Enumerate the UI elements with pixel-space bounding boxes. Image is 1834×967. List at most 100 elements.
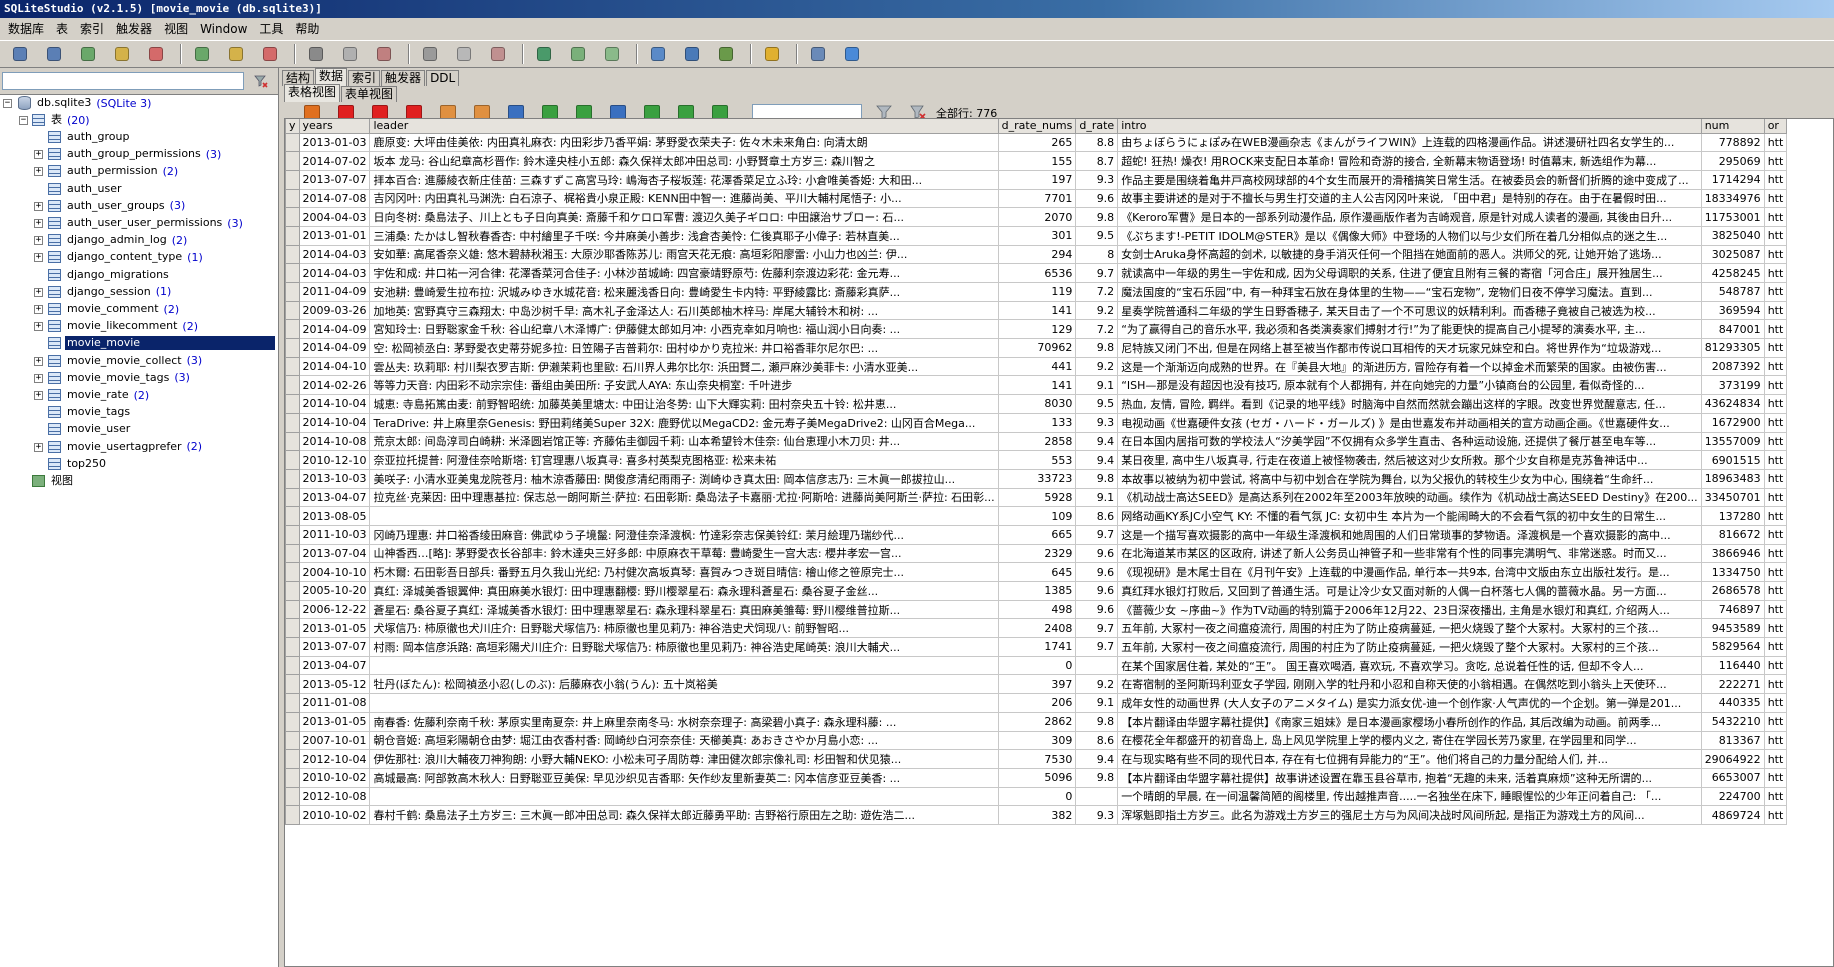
table-row[interactable]: 2014-04-03 安如華: 高尾香奈义雄: 悠木碧赫秋湘玉: 大原沙耶香陈苏儿… [285, 244, 1788, 265]
cell-or[interactable]: htt [1763, 711, 1788, 732]
table-row[interactable]: 2013-01-01 三浦桑: たかはし智秋春香杏: 中村繪里子千咲: 今井麻美小… [285, 225, 1788, 246]
row-indicator[interactable] [285, 581, 300, 601]
table-row[interactable]: 2013-07-07 村雨: 岡本信彦浜路: 高垣彩陽犬川庄介: 日野聡犬塚信乃:… [285, 637, 1788, 657]
row-indicator[interactable] [285, 319, 300, 340]
cell-d-rate[interactable]: 9.4 [1075, 749, 1119, 769]
dbc-button[interactable] [680, 43, 704, 65]
cell-intro[interactable]: 这是一个渐渐迈向成熟的世界。在『美县大地』的渐进历方, 冒险存有着一个以掉金术而… [1117, 356, 1702, 377]
new-trigger-button[interactable] [418, 43, 442, 65]
cell-num[interactable]: 3025087 [1700, 244, 1765, 265]
row-indicator[interactable] [285, 674, 300, 695]
cell-years[interactable]: 2011-01-08 [298, 693, 371, 713]
cell-d-rate[interactable]: 9.2 [1075, 300, 1119, 321]
cell-d-rate-nums[interactable]: 8030 [997, 394, 1077, 414]
cell-d-rate[interactable] [1075, 786, 1119, 807]
cell-d-rate[interactable]: 9.7 [1075, 618, 1119, 639]
table-row[interactable]: 2014-04-09 宮知玲士: 日野聡家金千秋: 谷山纪章八木泽博广: 伊藤健太… [285, 319, 1788, 340]
cell-d-rate[interactable]: 9.6 [1075, 599, 1119, 620]
cell-d-rate-nums[interactable]: 2070 [997, 207, 1077, 227]
cell-leader[interactable]: 南春香: 佐藤利奈南千秋: 茅原实里南夏奈: 井上麻里奈南冬马: 水树奈奈理子:… [369, 711, 999, 732]
column-header-y[interactable]: y [285, 119, 300, 134]
cell-d-rate-nums[interactable]: 382 [997, 805, 1077, 825]
cell-num[interactable]: 4258245 [1700, 263, 1765, 283]
row-indicator[interactable] [285, 169, 300, 190]
row-indicator[interactable] [285, 805, 300, 825]
cell-leader[interactable]: 蒼星石: 桑谷夏子真红: 泽城美香水银灯: 田中理惠翠星石: 森永理科翠星石: … [369, 599, 999, 620]
cell-years[interactable]: 2013-08-05 [298, 506, 371, 526]
cell-leader[interactable]: 朽木爾: 石田彰吾日部兵: 番野五月久我山光纪: 乃村健次高坂真琴: 喜賀みつき… [369, 562, 999, 582]
cell-leader[interactable]: 城恵: 寺島拓篤由麦: 前野智昭统: 加藤英美里塘太: 中田让治冬势: 山下大輝… [369, 394, 999, 414]
cell-num[interactable]: 3866946 [1700, 543, 1765, 564]
cell-or[interactable]: htt [1763, 581, 1788, 601]
cell-d-rate-nums[interactable]: 309 [997, 730, 1077, 751]
cell-num[interactable]: 5432210 [1700, 711, 1765, 732]
table-row[interactable]: 2014-04-09 空: 松岡祯丞白: 茅野愛衣史蒂芬妮多拉: 日笠陽子吉普莉尔… [285, 338, 1788, 358]
cell-years[interactable]: 2007-10-01 [298, 730, 371, 751]
cell-or[interactable]: htt [1763, 244, 1788, 265]
cell-d-rate-nums[interactable]: 2862 [997, 711, 1077, 732]
cell-num[interactable]: 2686578 [1700, 581, 1765, 601]
table-row[interactable]: 2013-04-07 0 在某个国家居住着, 某处的“王”。 国王喜欢喝酒, 喜欢玩… [285, 655, 1788, 676]
cell-years[interactable]: 2009-03-26 [298, 300, 371, 321]
edit-table-button[interactable] [224, 43, 248, 65]
row-indicator[interactable] [285, 375, 300, 396]
wrench-button[interactable] [806, 43, 830, 65]
cell-d-rate[interactable]: 9.1 [1075, 487, 1119, 508]
cell-num[interactable]: 33450701 [1700, 487, 1765, 508]
table-row[interactable]: 2014-04-03 宇佐和成: 井口祐一河合律: 花澤香菜河合佳子: 小林沙苗城… [285, 263, 1788, 283]
tree-table-django-migrations[interactable]: django_migrations [48, 267, 171, 283]
cell-or[interactable]: htt [1763, 151, 1788, 171]
cell-d-rate-nums[interactable]: 5096 [997, 767, 1077, 788]
column-header-intro[interactable]: intro [1117, 119, 1702, 134]
cell-intro[interactable]: 这是一个描写喜欢摄影的高中一年级生泽渡枫和她周围的人们日常琐事的梦物语。泽渡枫是… [1117, 524, 1702, 545]
cell-years[interactable]: 2013-05-12 [298, 674, 371, 695]
cell-years[interactable]: 2014-02-26 [298, 375, 371, 396]
column-header-leader[interactable]: leader [369, 119, 999, 134]
cell-leader[interactable]: 日向冬树: 桑島法子、川上とも子日向真美: 斎藤千和ケロロ军曹: 渡辺久美子ギロ… [369, 207, 999, 227]
cell-years[interactable]: 2013-01-01 [298, 225, 371, 246]
cell-d-rate[interactable]: 7.2 [1075, 282, 1119, 302]
cell-num[interactable]: 9453589 [1700, 618, 1765, 639]
table-row[interactable]: 2013-10-03 美咲子: 小清水亚美鬼龙院苍月: 柚木涼香藤田: 関俊彦清纪… [285, 468, 1788, 489]
cell-years[interactable]: 2004-10-10 [298, 562, 371, 582]
cell-leader[interactable]: 美咲子: 小清水亚美鬼龙院苍月: 柚木涼香藤田: 関俊彦清纪雨雨子: 渕崎ゆき真… [369, 468, 999, 489]
table-row[interactable]: 2011-04-09 安池耕: 豊崎爱生拉布拉: 沢城みゆき水城花音: 松来麗浅香… [285, 282, 1788, 302]
cell-leader[interactable]: 鹿原变: 大坪由佳美依: 内田真礼麻衣: 内田彩步乃香平娟: 茅野愛衣荣夫子: … [369, 132, 999, 153]
menu-item[interactable]: 表 [50, 18, 74, 40]
cell-or[interactable]: htt [1763, 338, 1788, 358]
cell-years[interactable]: 2014-04-03 [298, 263, 371, 283]
cell-d-rate-nums[interactable]: 7701 [997, 188, 1077, 209]
row-indicator[interactable] [285, 412, 300, 433]
cell-d-rate[interactable]: 9.6 [1075, 581, 1119, 601]
menu-item[interactable]: 帮助 [289, 18, 325, 40]
row-indicator[interactable] [285, 356, 300, 377]
cell-years[interactable]: 2010-10-02 [298, 767, 371, 788]
cell-d-rate-nums[interactable]: 70962 [997, 338, 1077, 358]
edit-index-button[interactable] [338, 43, 362, 65]
cell-leader[interactable]: 安如華: 高尾香奈义雄: 悠木碧赫秋湘玉: 大原沙耶香陈苏儿: 雨宫天花无痕: … [369, 244, 999, 265]
table-row[interactable]: 2010-10-02 春村千鹤: 桑島法子土方岁三: 三木眞一郎冲田总司: 森久保… [285, 805, 1788, 825]
cell-leader[interactable]: 空: 松岡祯丞白: 茅野愛衣史蒂芬妮多拉: 日笠陽子吉普莉尔: 田村ゆかり克拉米… [369, 338, 999, 358]
cell-d-rate-nums[interactable]: 133 [997, 412, 1077, 433]
cell-intro[interactable]: 尼特族又闭门不出, 但是在网络上甚至被当作都市传说口耳相传的天才玩家兄妹空和白。… [1117, 338, 1702, 358]
row-indicator[interactable] [285, 618, 300, 639]
cell-intro[interactable]: 【本片翻译由华盟字幕社提供】《南家三姐妹》是日本漫画家樱场小春所创作的作品, 其… [1117, 711, 1702, 732]
cell-intro[interactable]: 《ぷちます!-PETIT IDOLM@STER》是以《偶像大师》中登场的人物们以… [1117, 225, 1702, 246]
new-table-button[interactable] [190, 43, 214, 65]
cell-d-rate-nums[interactable]: 119 [997, 282, 1077, 302]
cell-num[interactable]: 295069 [1700, 151, 1765, 171]
table-row[interactable]: 2013-07-07 拝本百合: 進藤綾衣新庄佳苗: 三森すずこ高宮马玲: 嶋海杏… [285, 169, 1788, 190]
cell-num[interactable]: 1334750 [1700, 562, 1765, 582]
subtab-form-view[interactable]: 表单视图 [341, 86, 398, 102]
cell-intro[interactable]: 在樱花全年都盛开的初音岛上, 岛上风见学院里上学的樱内义之, 寄住在学园长芳乃家… [1117, 730, 1702, 751]
tree-root-db[interactable]: db.sqlite3 (SQLite 3) [18, 95, 151, 111]
table-row[interactable]: 2010-10-02 高城最高: 阿部敦高木秋人: 日野聡亚豆美保: 早见沙织见吉… [285, 767, 1788, 788]
cell-years[interactable]: 2005-10-20 [298, 581, 371, 601]
tree-table-top250[interactable]: top250 [48, 456, 108, 472]
cell-intro[interactable]: 星奏学院普通科二年级的学生日野香穂子, 某天目击了一个不可思议的妖精利利。而香穂… [1117, 300, 1702, 321]
menu-item[interactable]: 触发器 [110, 18, 158, 40]
cell-years[interactable]: 2012-10-04 [298, 749, 371, 769]
cell-d-rate[interactable]: 9.5 [1075, 394, 1119, 414]
cell-d-rate[interactable]: 7.2 [1075, 319, 1119, 340]
cell-num[interactable]: 116440 [1700, 655, 1765, 676]
